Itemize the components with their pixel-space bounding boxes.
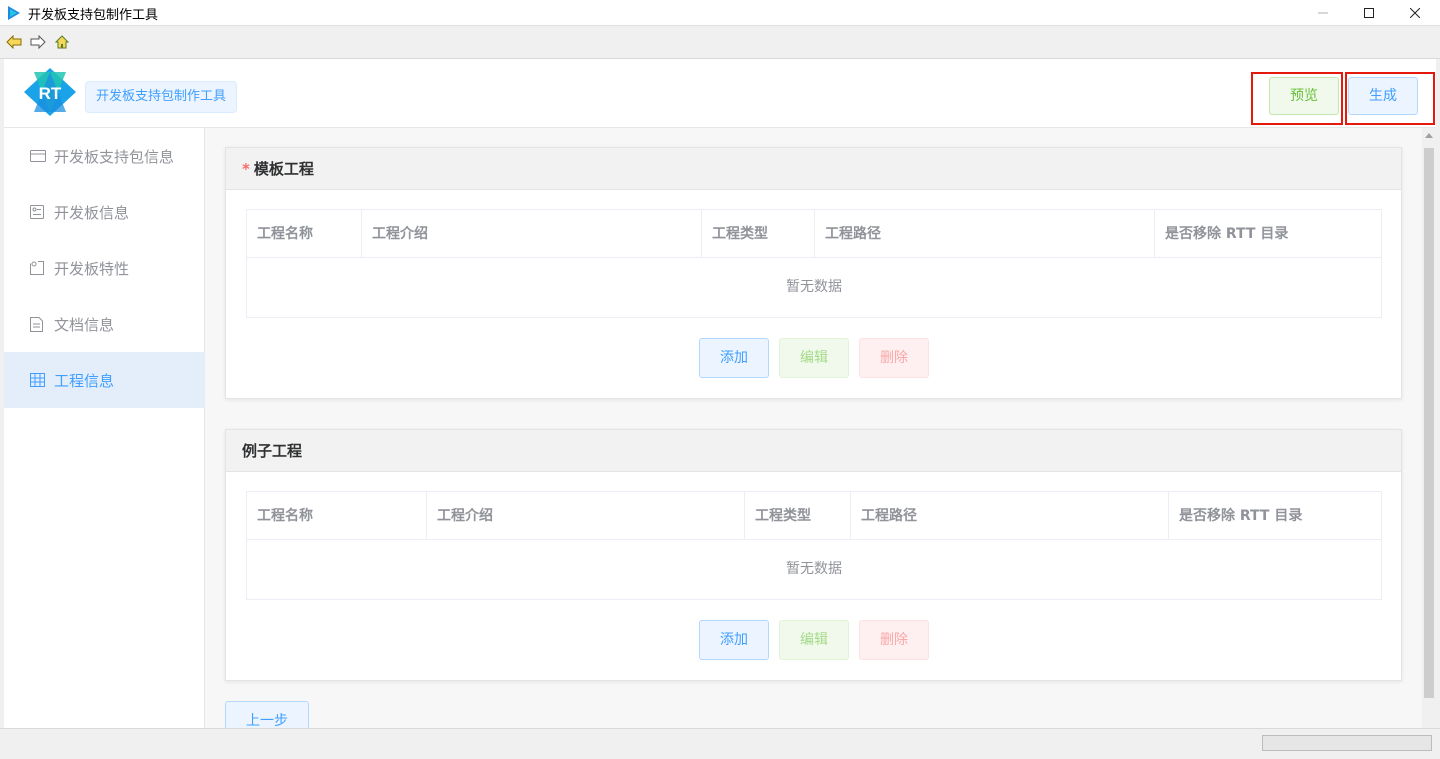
card-icon [30,148,46,164]
table-header: 工程名称 工程介绍 工程类型 工程路径 是否移除 RTT 目录 [247,210,1381,258]
close-icon [1410,8,1420,18]
grid-icon [30,372,46,388]
edit-button[interactable]: 编辑 [779,620,849,660]
previous-step-button[interactable]: 上一步 [225,701,309,728]
column-header[interactable]: 工程名称 [247,492,427,540]
column-header[interactable]: 是否移除 RTT 目录 [1155,210,1381,258]
window-titlebar: 开发板支持包制作工具 [0,0,1440,26]
column-header[interactable]: 工程路径 [851,492,1169,540]
window-frame-right [1436,59,1440,729]
example-project-card: 例子工程 工程名称 工程介绍 工程类型 工程路径 是否移除 RTT 目录 暂无数… [225,429,1402,681]
sidebar: 开发板支持包信息 开发板信息 开发板特性 文档信息 工程信息 [4,128,205,728]
preview-highlight-box [1251,72,1343,125]
delete-button[interactable]: 删除 [859,620,929,660]
close-button[interactable] [1392,0,1438,26]
rt-logo: RT [24,68,76,116]
template-project-table: 工程名称 工程介绍 工程类型 工程路径 是否移除 RTT 目录 暂无数据 [246,209,1382,318]
minimize-icon [1318,12,1328,14]
column-header[interactable]: 工程介绍 [362,210,702,258]
home-button[interactable] [54,34,70,50]
navigation-toolbar [0,26,1440,59]
required-mark: * [242,160,250,178]
forward-button[interactable] [30,34,46,50]
generate-highlight-box [1345,72,1435,125]
scroll-up-arrow-icon[interactable] [1425,133,1433,138]
template-project-card: * 模板工程 工程名称 工程介绍 工程类型 工程路径 是否移除 RTT 目录 暂无… [225,147,1402,399]
table-header: 工程名称 工程介绍 工程类型 工程路径 是否移除 RTT 目录 [247,492,1381,540]
back-arrow-icon [6,35,22,49]
minimize-button[interactable] [1300,0,1346,26]
status-bar [0,728,1440,759]
edit-button[interactable]: 编辑 [779,338,849,378]
sidebar-item-label: 开发板信息 [54,203,130,222]
document-icon [30,316,46,332]
window-title: 开发板支持包制作工具 [28,8,159,23]
column-header[interactable]: 工程路径 [815,210,1155,258]
status-progress-bar [1262,735,1432,751]
sidebar-item-label: 开发板特性 [54,259,130,278]
sidebar-item-label: 开发板支持包信息 [54,147,175,166]
sidebar-item-label: 工程信息 [54,371,115,390]
card-header: 例子工程 [226,430,1401,472]
home-icon [54,35,70,49]
feature-icon [30,260,46,276]
card-title: 模板工程 [253,160,314,178]
add-button[interactable]: 添加 [699,620,769,660]
sidebar-item-board-features[interactable]: 开发板特性 [4,240,205,296]
delete-button[interactable]: 删除 [859,338,929,378]
app-header: RT 开发板支持包制作工具 预览 生成 [4,60,1436,128]
forward-arrow-icon [30,35,46,49]
sidebar-item-project-info[interactable]: 工程信息 [4,352,205,408]
vertical-scrollbar[interactable] [1422,128,1436,728]
add-button[interactable]: 添加 [699,338,769,378]
card-header: * 模板工程 [226,148,1401,190]
main-content: * 模板工程 工程名称 工程介绍 工程类型 工程路径 是否移除 RTT 目录 暂无… [205,128,1422,728]
column-header[interactable]: 工程类型 [745,492,851,540]
empty-state-text: 暂无数据 [786,561,842,577]
column-header[interactable]: 工程类型 [702,210,815,258]
sidebar-item-label: 文档信息 [54,315,115,334]
maximize-icon [1364,8,1374,18]
scrollbar-thumb[interactable] [1424,148,1434,698]
column-header[interactable]: 工程名称 [247,210,362,258]
empty-state-text: 暂无数据 [786,279,842,295]
column-header[interactable]: 是否移除 RTT 目录 [1169,492,1381,540]
board-icon [30,204,46,220]
maximize-button[interactable] [1346,0,1392,26]
sidebar-item-board-info[interactable]: 开发板信息 [4,184,205,240]
app-icon [8,6,20,20]
card-title: 例子工程 [242,442,303,460]
sidebar-item-doc-info[interactable]: 文档信息 [4,296,205,352]
svg-text:RT: RT [39,84,62,103]
sidebar-item-bsp-info[interactable]: 开发板支持包信息 [4,128,205,184]
column-header[interactable]: 工程介绍 [427,492,745,540]
back-button[interactable] [6,34,22,50]
app-name-tag: 开发板支持包制作工具 [85,81,238,113]
example-project-table: 工程名称 工程介绍 工程类型 工程路径 是否移除 RTT 目录 暂无数据 [246,491,1382,600]
